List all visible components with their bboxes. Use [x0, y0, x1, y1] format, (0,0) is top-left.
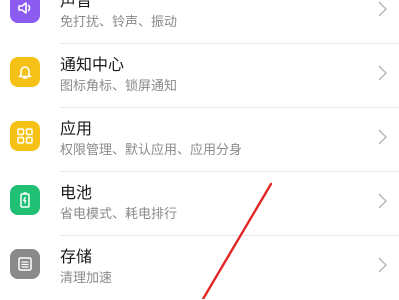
settings-item-apps[interactable]: 应用 权限管理、默认应用、应用分身 [0, 108, 399, 172]
apps-grid-icon [10, 121, 40, 151]
speaker-icon [10, 0, 40, 23]
settings-item-subtitle: 免打扰、铃声、振动 [60, 15, 178, 30]
settings-item-battery[interactable]: 电池 省电模式、耗电排行 [0, 172, 399, 236]
chevron-right-icon [378, 65, 387, 81]
chevron-right-icon [378, 129, 387, 145]
settings-item-subtitle: 权限管理、默认应用、应用分身 [60, 143, 243, 158]
settings-item-subtitle: 图标角标、锁屏通知 [60, 79, 178, 94]
settings-item-title: 应用 [60, 119, 93, 138]
settings-item-title: 声音 [60, 0, 93, 10]
chevron-right-icon [378, 193, 387, 209]
storage-icon [10, 249, 40, 279]
settings-item-title: 电池 [60, 183, 93, 202]
settings-item-subtitle: 清理加速 [60, 271, 113, 286]
settings-list: 声音 免打扰、铃声、振动 通知中心 图标角标、锁屏通知 应用 权限管理、默认应用… [0, 0, 399, 300]
settings-item-storage[interactable]: 存储 清理加速 [0, 236, 399, 300]
chevron-right-icon [378, 1, 387, 17]
settings-item-notification-center[interactable]: 通知中心 图标角标、锁屏通知 [0, 44, 399, 108]
battery-icon [10, 185, 40, 215]
settings-item-sound[interactable]: 声音 免打扰、铃声、振动 [0, 0, 399, 44]
settings-item-title: 通知中心 [60, 55, 125, 74]
bell-icon [10, 57, 40, 87]
chevron-right-icon [378, 257, 387, 273]
settings-item-subtitle: 省电模式、耗电排行 [60, 207, 178, 222]
settings-item-title: 存储 [60, 247, 93, 266]
